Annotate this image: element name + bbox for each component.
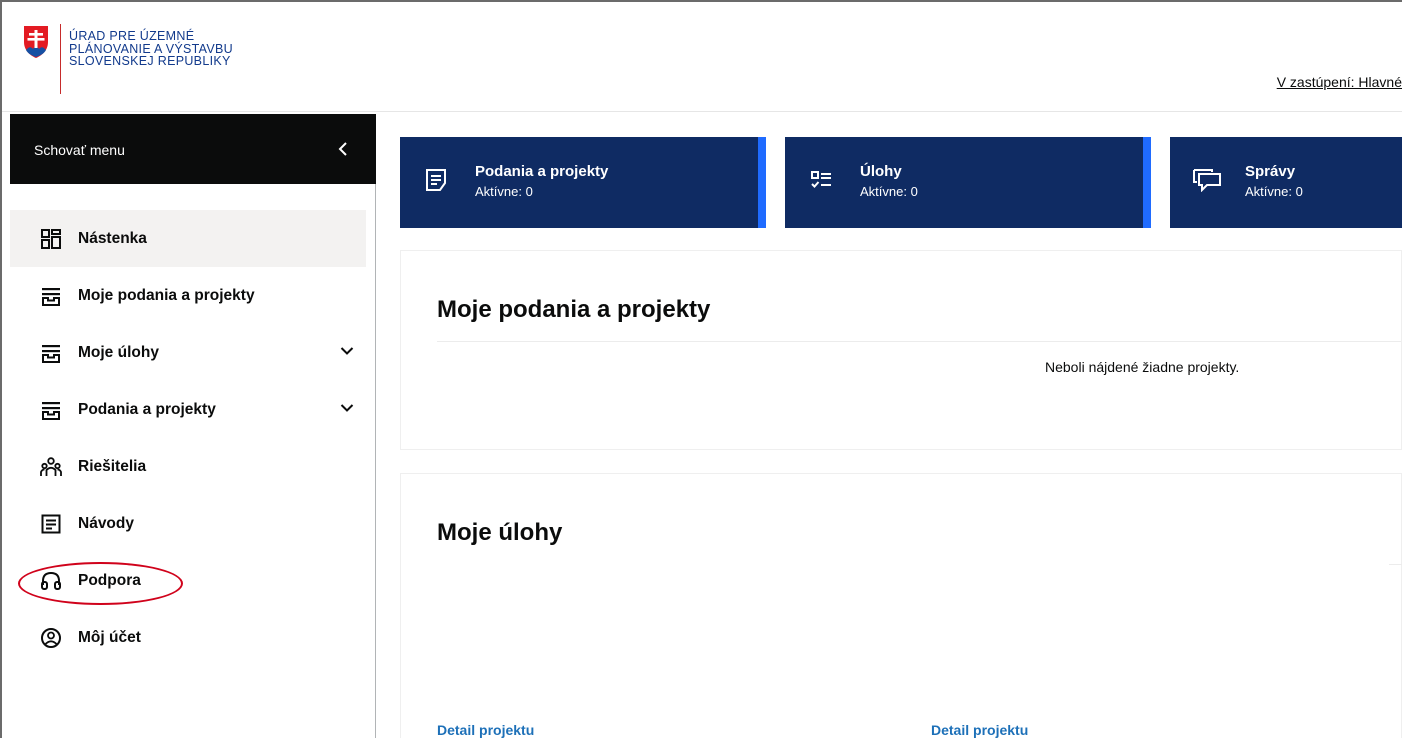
inbox-icon (42, 344, 60, 363)
sidebar-menu: Nástenka Moje podania a projekty Moje úl… (10, 210, 366, 666)
sidebar-item-podpora[interactable]: Podpora (10, 552, 366, 609)
inbox-icon (42, 287, 60, 306)
sidebar-item-label: Návody (78, 514, 134, 532)
dashboard-icon (41, 228, 61, 249)
card-subtitle: Aktívne: 0 (860, 184, 918, 199)
card-title: Správy (1245, 163, 1296, 180)
tasks-panel: Moje úlohy Detail projektu Detail projek… (400, 473, 1402, 738)
chat-icon (1193, 169, 1221, 192)
sidebar: Schovať menu Nástenka Moje podania a pro… (10, 114, 376, 738)
sidebar-item-label: Moje úlohy (78, 343, 159, 361)
logo-line-1: ÚRAD PRE ÚZEMNÉ (69, 29, 195, 43)
card-title: Úlohy (860, 163, 902, 180)
chevron-down-icon[interactable] (340, 403, 354, 413)
divider (437, 341, 1401, 342)
document-list-icon (426, 169, 446, 191)
panel-title: Moje úlohy (437, 519, 563, 546)
summary-cards: Podania a projekty Aktívne: 0 Úlohy Aktí… (400, 137, 1402, 229)
slovak-coat-of-arms-icon (24, 26, 48, 58)
sidebar-item-nastenka[interactable]: Nástenka (10, 210, 366, 267)
representation-link[interactable]: V zastúpení: Hlavné (1277, 74, 1402, 90)
card-title: Podania a projekty (475, 163, 609, 180)
sidebar-item-label: Podania a projekty (78, 400, 216, 418)
chevron-down-icon[interactable] (340, 346, 354, 356)
detail-project-link[interactable]: Detail projektu (931, 722, 1028, 738)
logo-divider (60, 24, 61, 94)
card-podania-a-projekty[interactable]: Podania a projekty Aktívne: 0 (400, 137, 766, 228)
panel-title: Moje podania a projekty (437, 296, 711, 323)
sidebar-item-label: Riešitelia (78, 457, 147, 475)
sidebar-item-moje-podania[interactable]: Moje podania a projekty (10, 267, 366, 324)
ministry-logo[interactable]: ÚRAD PRE ÚZEMNÉ PLÁNOVANIE A VÝSTAVBU SL… (22, 24, 233, 94)
sidebar-item-label: Moje podania a projekty (78, 286, 255, 304)
inbox-icon (42, 401, 60, 420)
sidebar-item-riesitelia[interactable]: Riešitelia (10, 438, 366, 495)
card-spravy[interactable]: Správy Aktívne: 0 (1170, 137, 1402, 228)
chevron-left-icon[interactable] (337, 142, 349, 156)
document-icon (41, 514, 61, 533)
sidebar-item-podania-a-projekty[interactable]: Podania a projekty (10, 381, 366, 438)
card-subtitle: Aktívne: 0 (1245, 184, 1303, 199)
sidebar-item-moj-ucet[interactable]: Môj účet (10, 609, 366, 666)
sidebar-item-label: Môj účet (78, 628, 141, 646)
sidebar-item-navody[interactable]: Návody (10, 495, 366, 552)
card-ulohy[interactable]: Úlohy Aktívne: 0 (785, 137, 1151, 228)
checklist-icon (811, 171, 831, 188)
hide-menu-bar[interactable]: Schovať menu (10, 114, 376, 184)
projects-panel: Moje podania a projekty Neboli nájdené ž… (400, 250, 1402, 450)
detail-project-link[interactable]: Detail projektu (437, 722, 534, 738)
account-icon (41, 627, 61, 648)
logo-line-3: SLOVENSKEJ REPUBLIKY (69, 54, 231, 68)
sidebar-item-label: Podpora (78, 571, 141, 589)
headset-icon (41, 571, 61, 590)
logo-text: ÚRAD PRE ÚZEMNÉ PLÁNOVANIE A VÝSTAVBU SL… (69, 30, 233, 94)
sidebar-item-moje-ulohy[interactable]: Moje úlohy (10, 324, 366, 381)
divider (1389, 564, 1402, 565)
card-subtitle: Aktívne: 0 (475, 184, 533, 199)
empty-message: Neboli nájdené žiadne projekty. (1045, 359, 1240, 375)
sidebar-item-label: Nástenka (78, 229, 147, 247)
people-icon (40, 456, 62, 476)
page-header: ÚRAD PRE ÚZEMNÉ PLÁNOVANIE A VÝSTAVBU SL… (2, 2, 1402, 112)
hide-menu-label: Schovať menu (34, 142, 125, 158)
